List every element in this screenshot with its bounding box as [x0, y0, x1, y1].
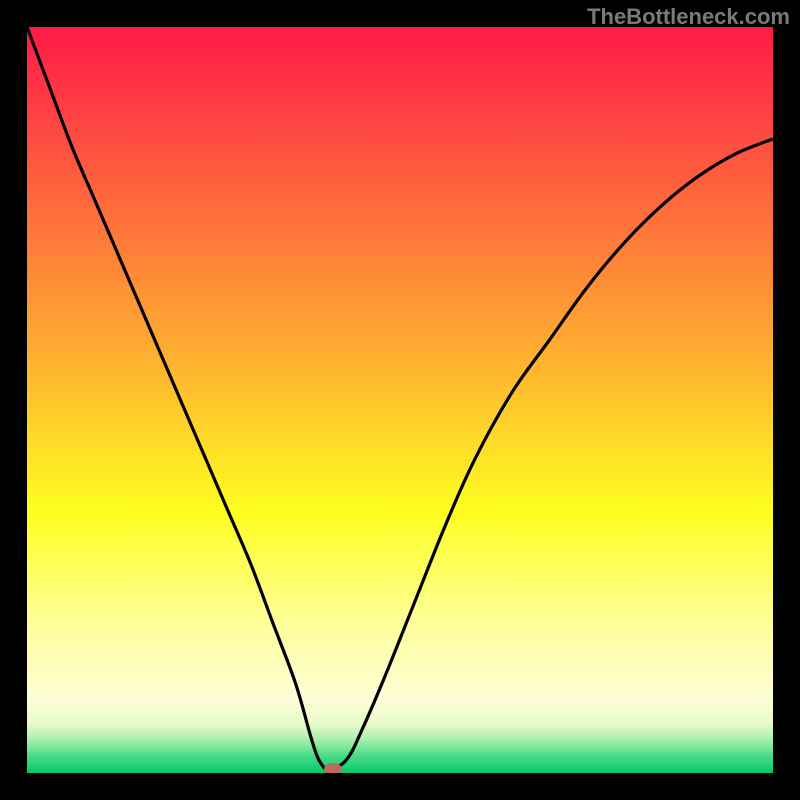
plot-area: [27, 27, 773, 773]
bottleneck-chart: TheBottleneck.com: [0, 0, 800, 800]
optimal-point-marker: [324, 763, 342, 773]
bottleneck-curve: [27, 27, 773, 773]
watermark-text: TheBottleneck.com: [587, 4, 790, 30]
